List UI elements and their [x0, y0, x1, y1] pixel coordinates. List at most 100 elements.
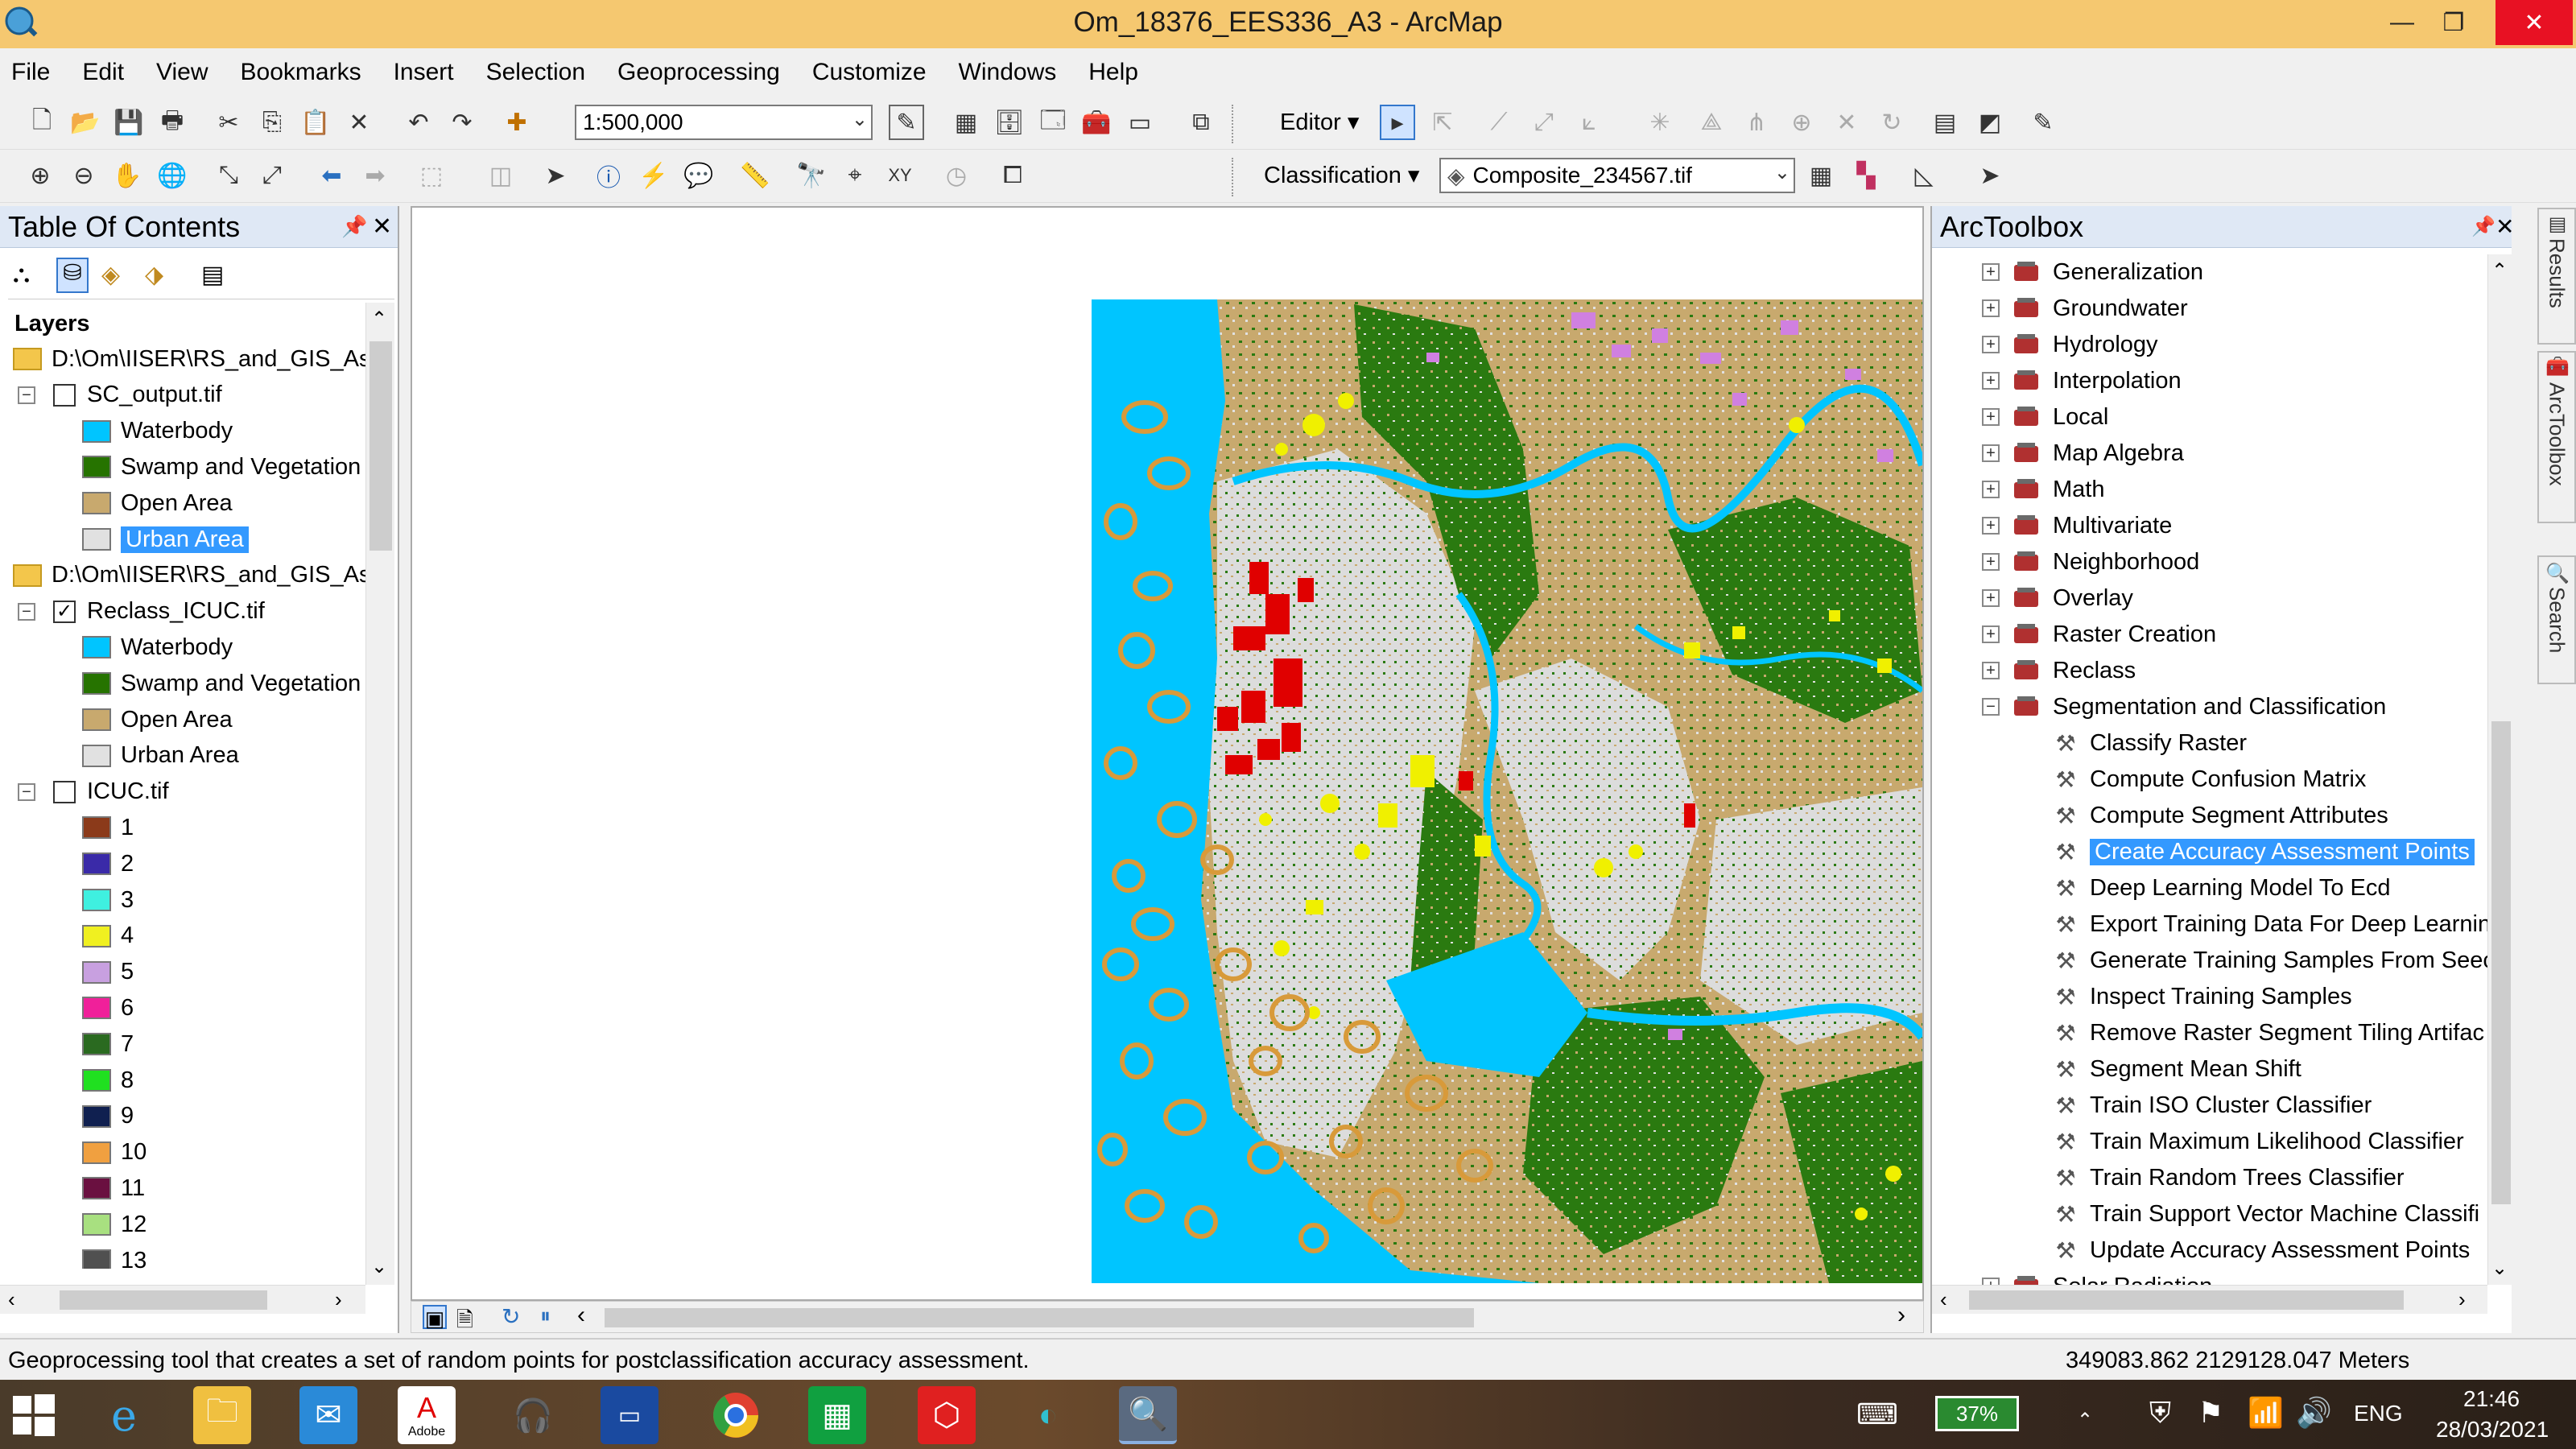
list-by-visibility-icon[interactable]: ◈ [101, 261, 120, 289]
toc-layer[interactable]: − ✓ Reclass_ICUC.tif [18, 594, 265, 630]
python-window-icon[interactable]: ▭ [1122, 105, 1158, 140]
expand-icon[interactable]: + [1982, 589, 2000, 607]
toolset-item[interactable]: − Segmentation and Classification [1982, 689, 2386, 724]
language-indicator[interactable]: ENG [2354, 1401, 2403, 1426]
table-icon[interactable]: ▦ [948, 105, 984, 140]
toc-legend-class[interactable]: 4 [82, 919, 134, 954]
training-sample-manager-icon[interactable]: ▦ [1803, 158, 1839, 193]
toc-legend-class[interactable]: 6 [82, 990, 134, 1026]
paste-icon[interactable]: 📋 [298, 105, 333, 140]
tool-item[interactable]: ⚒ Deep Learning Model To Ecd [2053, 870, 2390, 906]
tool-item[interactable]: ⚒ Compute Segment Attributes [2053, 798, 2388, 833]
open-icon[interactable]: 📂 [68, 105, 103, 140]
pan-icon[interactable]: ✋ [109, 158, 145, 193]
menu-windows[interactable]: Windows [959, 59, 1057, 86]
toc-layer[interactable]: − ICUC.tif [18, 774, 169, 810]
toc-legend-class[interactable]: Open Area [82, 702, 233, 737]
close-icon[interactable]: ✕ [372, 213, 392, 241]
list-by-source-icon[interactable]: ⛁ [56, 258, 89, 293]
toc-legend-class[interactable]: 10 [82, 1135, 147, 1170]
toc-legend-class[interactable]: 9 [82, 1099, 134, 1134]
tool-item[interactable]: ⚒ Train Maximum Likelihood Classifier [2053, 1124, 2463, 1159]
refresh-icon[interactable]: ↻ [502, 1303, 520, 1330]
layer-visibility-checkbox[interactable]: ✓ [53, 600, 76, 623]
tool-item[interactable]: ⚒ Remove Raster Segment Tiling Artifac [2053, 1015, 2484, 1051]
menu-bookmarks[interactable]: Bookmarks [241, 59, 361, 86]
scroll-right-icon[interactable]: › [2458, 1287, 2466, 1312]
toc-legend-class[interactable]: Open Area [82, 485, 233, 521]
toolset-item[interactable]: + Generalization [1982, 254, 2203, 290]
mail-icon[interactable]: ✉ [299, 1386, 357, 1444]
scroll-thumb[interactable] [60, 1290, 267, 1310]
fixed-zoom-in-icon[interactable]: ⤡ [211, 158, 246, 193]
toc-vscrollbar[interactable]: ⌃ ⌄ [365, 303, 394, 1285]
zoom-out-icon[interactable]: ⊖ [66, 158, 101, 193]
adobe-icon[interactable]: A Adobe [398, 1386, 456, 1444]
map-hscroll-thumb[interactable] [605, 1308, 1474, 1327]
menu-file[interactable]: File [11, 59, 50, 86]
collapse-icon[interactable]: − [18, 602, 35, 621]
map-scale-combo[interactable]: 1:500,000 ⌄ [575, 105, 873, 140]
toolset-item[interactable]: + Reclass [1982, 653, 2136, 688]
toolset-item[interactable]: + Math [1982, 472, 2104, 507]
security-icon[interactable]: ⛨ [2149, 1396, 2171, 1430]
attributes-icon[interactable]: ▤ [1927, 105, 1963, 140]
close-button[interactable]: ✕ [2496, 0, 2573, 45]
save-icon[interactable]: 💾 [111, 105, 147, 140]
hyperlink-icon[interactable]: ⚡ [636, 158, 671, 193]
menu-edit[interactable]: Edit [82, 59, 124, 86]
catalog-icon[interactable]: 🗄 [992, 105, 1027, 140]
toc-legend-class[interactable]: Waterbody [82, 414, 233, 449]
tool-item[interactable]: ⚒ Export Training Data For Deep Learnin [2053, 906, 2487, 942]
tool-item[interactable]: ⚒ Train Support Vector Machine Classifi [2053, 1196, 2479, 1232]
menu-geoprocessing[interactable]: Geoprocessing [617, 59, 780, 86]
expand-icon[interactable]: + [1982, 263, 2000, 281]
tool-item[interactable]: ⚒ Classify Raster [2053, 725, 2247, 761]
tool-item[interactable]: ⚒ Compute Confusion Matrix [2053, 762, 2366, 797]
pin-icon[interactable]: 📌 [341, 214, 367, 239]
toolset-item[interactable]: + Local [1982, 399, 2108, 435]
editor-toolbar-icon[interactable]: ✎ [889, 105, 924, 140]
scroll-thumb[interactable] [1969, 1290, 2404, 1310]
expand-icon[interactable]: + [1982, 481, 2000, 498]
delete-icon[interactable]: ✕ [341, 105, 377, 140]
identify-icon[interactable]: ⓘ [591, 158, 626, 193]
time-slider-icon[interactable]: ◷ [939, 158, 974, 193]
tool-item[interactable]: ⚒ Segment Mean Shift [2053, 1051, 2301, 1087]
toolset-item[interactable]: + Hydrology [1982, 327, 2158, 362]
toc-legend-class[interactable]: Urban Area [82, 738, 239, 774]
scroll-thumb[interactable] [2491, 721, 2511, 1204]
edge-icon[interactable]: ◐ [1019, 1386, 1077, 1444]
restore-button[interactable]: ❐ [2415, 0, 2492, 45]
toolset-item[interactable]: + Groundwater [1982, 291, 2188, 326]
classification-menu[interactable]: Classification ▾ [1264, 161, 1419, 189]
toolset-item[interactable]: + Raster Creation [1982, 617, 2216, 652]
go-to-xy-icon[interactable]: XY [882, 158, 918, 193]
expand-icon[interactable]: + [1982, 408, 2000, 426]
toolbox-hscrollbar[interactable]: ‹ › [1932, 1285, 2487, 1314]
scroll-left-icon[interactable]: ‹ [1940, 1287, 1947, 1312]
tool-item[interactable]: ⚒ Generate Training Samples From Seec [2053, 943, 2487, 978]
viewer-window-icon[interactable]: ⧠ [995, 158, 1030, 193]
undo-icon[interactable]: ↶ [401, 105, 436, 140]
select-elements-icon[interactable]: ➤ [538, 158, 573, 193]
toc-hscrollbar[interactable]: ‹ › [0, 1285, 365, 1314]
menu-insert[interactable]: Insert [394, 59, 454, 86]
classify-icon[interactable]: ▚ [1848, 158, 1884, 193]
headphones-app-icon[interactable]: 🎧 [504, 1386, 562, 1444]
find-route-icon[interactable]: ⌖ [837, 158, 873, 193]
add-data-icon[interactable]: ✚ [499, 105, 535, 140]
select-features-icon[interactable]: ⬚ [414, 158, 449, 193]
tool-item[interactable]: ⚒ Create Accuracy Assessment Points [2053, 834, 2475, 869]
list-by-selection-icon[interactable]: ⬗ [145, 261, 163, 289]
toc-legend-class[interactable]: Urban Area [82, 522, 249, 557]
full-extent-icon[interactable]: 🌐 [155, 158, 190, 193]
close-icon[interactable]: ✕ [2496, 213, 2514, 240]
expand-icon[interactable]: + [1982, 372, 2000, 390]
toc-legend-class[interactable]: Swamp and Vegetation [82, 449, 361, 485]
find-icon[interactable]: 🔭 [794, 158, 829, 193]
pause-drawing-icon[interactable]: ⏸ [540, 1303, 551, 1329]
layers-root[interactable]: Layers [14, 306, 90, 341]
expand-icon[interactable]: + [1982, 1278, 2000, 1285]
search-window-icon[interactable]: 🗔 [1035, 105, 1071, 140]
